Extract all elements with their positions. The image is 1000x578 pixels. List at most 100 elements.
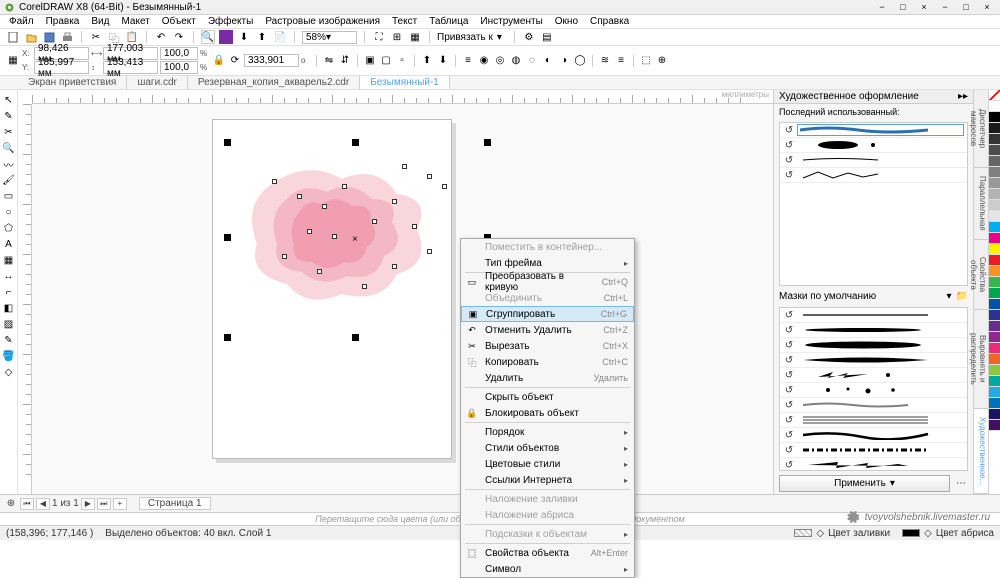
- group-prop-icon[interactable]: ▣: [363, 54, 377, 68]
- color-swatch[interactable]: [989, 277, 1000, 288]
- menu-window[interactable]: Окно: [550, 16, 583, 27]
- connector-tool-icon[interactable]: ⌐: [2, 285, 16, 299]
- context-menu-item[interactable]: Символ▸: [461, 561, 634, 577]
- context-menu-item[interactable]: ▣СгруппироватьCtrl+G: [461, 306, 634, 322]
- rulers-icon[interactable]: ⊞: [390, 30, 404, 44]
- back-minus-icon[interactable]: ◑: [557, 54, 571, 68]
- minimize-icon[interactable]: −: [936, 2, 954, 13]
- nested-max-icon[interactable]: □: [894, 2, 912, 13]
- tab-welcome[interactable]: Экран приветствия: [18, 76, 127, 89]
- color-swatch[interactable]: [989, 222, 1000, 233]
- vtab-artistic[interactable]: Художественное...: [974, 409, 988, 494]
- brush-thumb[interactable]: [798, 355, 963, 365]
- color-swatch[interactable]: [989, 343, 1000, 354]
- context-menu-item[interactable]: Цветовые стили▸: [461, 456, 634, 472]
- color-swatch[interactable]: [989, 123, 1000, 134]
- import-icon[interactable]: ⬇: [237, 30, 251, 44]
- menu-text[interactable]: Текст: [387, 16, 422, 27]
- mirror-v-icon[interactable]: ⇵: [338, 54, 352, 68]
- menu-help[interactable]: Справка: [585, 16, 634, 27]
- redo-icon[interactable]: ↷: [172, 30, 186, 44]
- apply-button[interactable]: Применить▾: [779, 475, 950, 492]
- color-swatch[interactable]: [989, 354, 1000, 365]
- simplify-icon[interactable]: ◌: [525, 54, 539, 68]
- brush-thumb[interactable]: [798, 310, 963, 320]
- color-swatch[interactable]: [989, 398, 1000, 409]
- eyedropper-tool-icon[interactable]: ✎: [2, 333, 16, 347]
- ungroup-icon[interactable]: ▢: [379, 54, 393, 68]
- vtab-align[interactable]: Выровнять и распределить: [974, 310, 988, 408]
- brush-thumb[interactable]: [798, 125, 963, 135]
- boundary-icon[interactable]: ◯: [573, 54, 587, 68]
- color-swatch[interactable]: [989, 244, 1000, 255]
- color-swatch[interactable]: [989, 266, 1000, 277]
- intersect-icon[interactable]: ◍: [509, 54, 523, 68]
- cut-icon[interactable]: ✂: [89, 30, 103, 44]
- mirror-h-icon[interactable]: ⇋: [322, 54, 336, 68]
- vtab-macros[interactable]: Диспетчер макросов: [974, 90, 988, 168]
- brush-thumb[interactable]: [798, 325, 963, 335]
- table-tool-icon[interactable]: ▦: [2, 253, 16, 267]
- brush-thumb[interactable]: [798, 370, 963, 380]
- text-tool-icon[interactable]: A: [2, 237, 16, 251]
- new-icon[interactable]: [6, 30, 20, 44]
- next-page-icon[interactable]: ▶: [81, 498, 95, 510]
- front-minus-icon[interactable]: ◐: [541, 54, 555, 68]
- menu-effects[interactable]: Эффекты: [203, 16, 258, 27]
- last-page-icon[interactable]: ⏭: [97, 498, 111, 510]
- app-launcher-icon[interactable]: ▤: [540, 30, 554, 44]
- to-back-icon[interactable]: ⬇: [436, 54, 450, 68]
- outline-width-icon[interactable]: ≡: [614, 54, 628, 68]
- menu-edit[interactable]: Правка: [41, 16, 85, 27]
- brush-set-dropdown[interactable]: Мазки по умолчанию: [779, 291, 876, 302]
- context-menu-item[interactable]: ⿴Свойства объектаAlt+Enter: [461, 545, 634, 561]
- horizontal-ruler[interactable]: миллиметры: [32, 90, 773, 104]
- color-swatch[interactable]: [989, 288, 1000, 299]
- options-icon[interactable]: ⚙: [522, 30, 536, 44]
- trim-icon[interactable]: ◎: [493, 54, 507, 68]
- menu-view[interactable]: Вид: [86, 16, 114, 27]
- nested-min-icon[interactable]: −: [873, 2, 891, 13]
- convert-icon[interactable]: ⬚: [639, 54, 653, 68]
- maximize-icon[interactable]: □: [957, 2, 975, 13]
- add-page-after-icon[interactable]: +: [113, 498, 127, 510]
- add-page-icon[interactable]: ⊕: [4, 497, 18, 511]
- quick-icon[interactable]: ⊕: [655, 54, 669, 68]
- vertical-ruler[interactable]: [18, 104, 32, 494]
- context-menu-item[interactable]: ⿻КопироватьCtrl+C: [461, 354, 634, 370]
- docker-menu-icon[interactable]: ▸▸: [958, 91, 968, 102]
- color-swatch[interactable]: [989, 321, 1000, 332]
- color-swatch[interactable]: [989, 299, 1000, 310]
- snap-dropdown-icon[interactable]: ▾: [497, 32, 507, 43]
- zoom-field[interactable]: 58%▾: [302, 31, 357, 44]
- fill-swatch[interactable]: [794, 529, 812, 537]
- brush-thumb[interactable]: [798, 340, 963, 350]
- color-swatch[interactable]: [989, 145, 1000, 156]
- color-swatch[interactable]: [989, 178, 1000, 189]
- brush-thumb[interactable]: [798, 430, 963, 440]
- vtab-parallel[interactable]: Параллельная: [974, 168, 988, 240]
- weld-icon[interactable]: ◉: [477, 54, 491, 68]
- brush-thumb[interactable]: [798, 400, 963, 410]
- close-icon[interactable]: ×: [978, 2, 996, 13]
- tab-untitled[interactable]: Безымянный-1: [360, 76, 450, 89]
- fullscreen-icon[interactable]: ⛶: [372, 30, 386, 44]
- brush-thumb[interactable]: [798, 445, 963, 455]
- freehand-tool-icon[interactable]: 〰: [2, 157, 16, 171]
- rectangle-tool-icon[interactable]: ▭: [2, 189, 16, 203]
- open-icon[interactable]: [24, 30, 38, 44]
- color-swatch[interactable]: [989, 387, 1000, 398]
- scale-y-field[interactable]: 100,0: [160, 61, 198, 74]
- menu-file[interactable]: Файл: [4, 16, 39, 27]
- prev-page-icon[interactable]: ◀: [36, 498, 50, 510]
- color-swatch[interactable]: [989, 156, 1000, 167]
- launch-icon[interactable]: [219, 30, 233, 44]
- fill-tool-icon[interactable]: 🪣: [2, 349, 16, 363]
- brush-thumb[interactable]: [798, 415, 963, 425]
- dimension-tool-icon[interactable]: ↔: [2, 269, 16, 283]
- no-fill-swatch[interactable]: [989, 90, 1000, 101]
- context-menu-item[interactable]: 🔒Блокировать объект: [461, 405, 634, 421]
- menu-bitmaps[interactable]: Растровые изображения: [260, 16, 385, 27]
- options-icon[interactable]: ⋯: [954, 477, 968, 491]
- color-swatch[interactable]: [989, 112, 1000, 123]
